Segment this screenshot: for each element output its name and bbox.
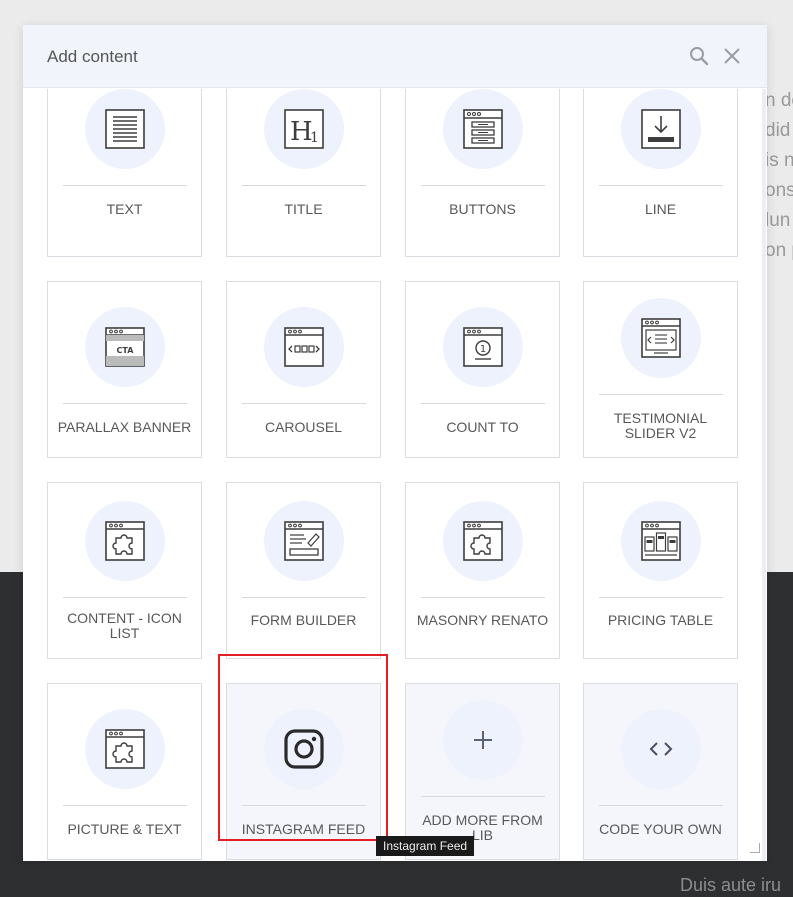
background-text-line: lun [765, 210, 791, 231]
resize-handle[interactable] [750, 843, 760, 853]
plus-icon [471, 728, 495, 752]
background-footer-text: Duis aute iru [680, 875, 782, 895]
tile-divider [599, 185, 723, 186]
tile-label: TEXT [106, 201, 143, 217]
content-tile-instagram-feed[interactable]: INSTAGRAM FEED [226, 683, 381, 860]
content-tile-title[interactable]: H 1 TITLE [226, 89, 381, 257]
background-text-line: did [765, 120, 791, 141]
background-text-line: n de [765, 90, 793, 111]
puzzle-icon [103, 519, 147, 563]
dialog-title: Add content [47, 47, 138, 66]
tile-divider [63, 805, 187, 806]
pricing-table-icon [639, 519, 683, 563]
close-icon[interactable] [720, 44, 744, 68]
tile-label: LINE [644, 201, 677, 217]
dialog-header: Add content [23, 25, 767, 88]
content-tile-masonry-renato[interactable]: MASONRY RENATO [405, 482, 560, 659]
cta-banner-icon: CTA [103, 325, 147, 369]
tile-label: TESTIMONIAL SLIDER V2 [613, 410, 708, 441]
svg-text:1: 1 [480, 344, 486, 355]
tile-icon-circle: 1 [443, 307, 523, 387]
content-tile-picture-text[interactable]: PICTURE & TEXT [47, 683, 202, 860]
tile-icon-circle [264, 501, 344, 581]
tile-divider [63, 185, 187, 186]
tile-icon-circle: H1 [264, 89, 344, 169]
tile-divider [599, 805, 723, 806]
tile-label: PRICING TABLE [607, 612, 714, 628]
tile-icon-circle [443, 89, 523, 169]
add-content-dialog: Add content TEXT H 1 TITLE BUTTONS LINE CTA PAR… [23, 25, 767, 861]
tile-label: PARALLAX BANNER [57, 419, 192, 435]
tile-icon-circle [443, 700, 523, 780]
svg-text:CTA: CTA [117, 346, 135, 355]
content-tile-carousel[interactable]: CAROUSEL [226, 281, 381, 458]
tile-divider [421, 597, 545, 598]
puzzle-icon [461, 519, 505, 563]
tile-label: MASONRY RENATO [416, 612, 549, 628]
tile-divider [242, 185, 366, 186]
tile-icon-circle: CTA [85, 307, 165, 387]
tile-icon-circle [621, 501, 701, 581]
tile-divider [599, 394, 723, 395]
tile-label: BUTTONS [449, 201, 516, 217]
tile-label: CONTENT - ICON LIST [67, 610, 182, 641]
tile-label: CAROUSEL [264, 419, 343, 435]
tile-label: CODE YOUR OWN [599, 821, 722, 837]
tile-divider [242, 403, 366, 404]
tile-divider [599, 597, 723, 598]
background-text-line: is n [765, 150, 793, 171]
buttons-icon [461, 107, 505, 151]
form-icon [282, 519, 326, 563]
heading-icon: H1 [282, 107, 326, 151]
tile-icon-circle [85, 89, 165, 169]
background-text-line: ons [765, 180, 793, 201]
search-icon[interactable] [687, 44, 711, 68]
tile-icon-circle [621, 298, 701, 378]
tile-divider [421, 185, 545, 186]
counter-icon: 1 [461, 325, 505, 369]
content-tile-add-more-from-lib[interactable]: ADD MORE FROM LIB [405, 683, 560, 860]
tile-icon-circle [443, 501, 523, 581]
testimonial-slider-icon [639, 316, 683, 360]
tile-label: INSTAGRAM FEED [241, 821, 366, 837]
svg-text:1: 1 [310, 130, 319, 146]
tile-icon-circle [264, 307, 344, 387]
tile-icon-circle [621, 89, 701, 169]
content-tile-count-to[interactable]: 1 COUNT TO [405, 281, 560, 458]
content-grid: TEXT H 1 TITLE BUTTONS LINE CTA PARALLAX BANNER… [23, 89, 767, 861]
text-block-icon [103, 107, 147, 151]
content-tile-text[interactable]: TEXT [47, 89, 202, 257]
tile-divider [421, 403, 545, 404]
tile-divider [242, 805, 366, 806]
tile-label: PICTURE & TEXT [67, 821, 182, 837]
line-icon [639, 107, 683, 151]
tile-divider [63, 403, 187, 404]
carousel-icon [282, 325, 326, 369]
tile-label: TITLE [284, 201, 323, 217]
tile-label: COUNT TO [446, 419, 519, 435]
content-tile-form-builder[interactable]: FORM BUILDER [226, 482, 381, 659]
tile-icon-circle [85, 709, 165, 789]
puzzle-icon [103, 727, 147, 771]
tile-label: FORM BUILDER [250, 612, 357, 628]
content-tile-line[interactable]: LINE [583, 89, 738, 257]
scrollbar[interactable] [762, 89, 766, 861]
tile-divider [242, 597, 366, 598]
content-tile-buttons[interactable]: BUTTONS [405, 89, 560, 257]
content-tile-pricing-table[interactable]: PRICING TABLE [583, 482, 738, 659]
tile-icon-circle [264, 709, 344, 789]
tile-icon-circle [85, 501, 165, 581]
tooltip: Instagram Feed [376, 836, 475, 856]
content-tile-parallax-banner[interactable]: CTA PARALLAX BANNER [47, 281, 202, 458]
content-tile-content-icon-list[interactable]: CONTENT - ICON LIST [47, 482, 202, 659]
background-text-line: on p [765, 240, 793, 261]
tile-divider [421, 796, 545, 797]
content-tile-code-your-own[interactable]: CODE YOUR OWN [583, 683, 738, 860]
instagram-icon [283, 728, 325, 770]
tile-divider [63, 597, 187, 598]
code-icon [647, 739, 675, 759]
content-tile-testimonial-slider-v2[interactable]: TESTIMONIAL SLIDER V2 [583, 281, 738, 458]
tile-icon-circle [621, 709, 701, 789]
